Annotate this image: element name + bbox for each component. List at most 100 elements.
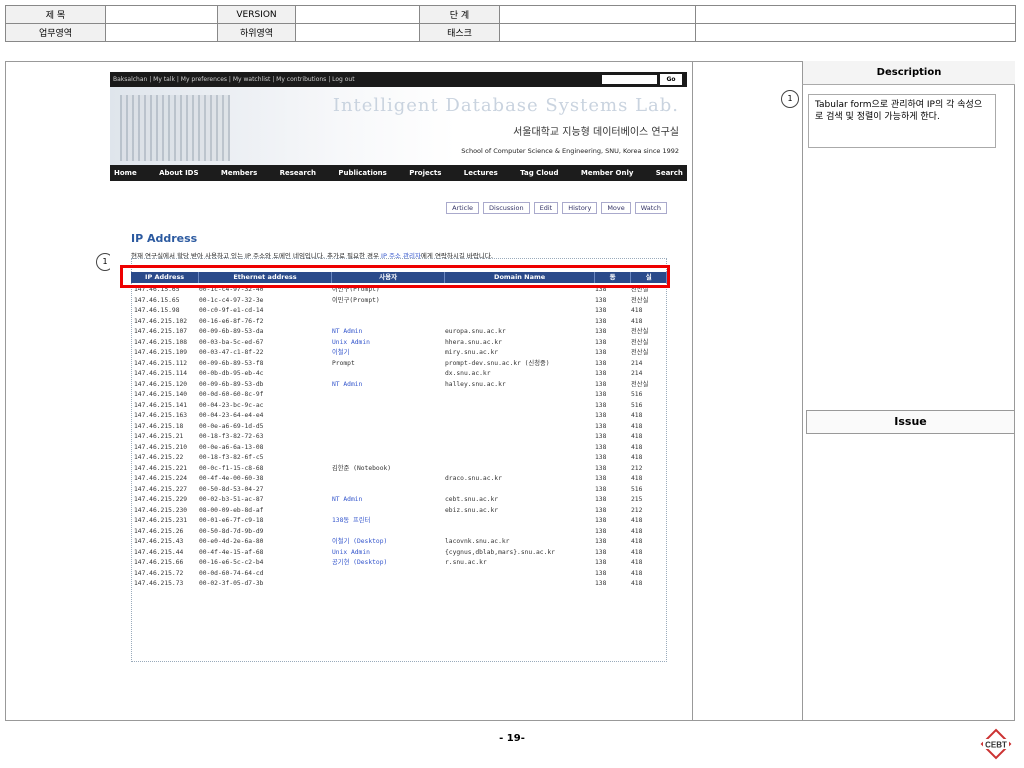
nav-about[interactable]: About IDS xyxy=(159,165,198,181)
user-cell[interactable]: NT Admin xyxy=(332,495,445,506)
table-row: 147.46.215.66 00-16-e6-5c-c2-b4 공기현 (Deskt… xyxy=(134,558,664,569)
nav-research[interactable]: Research xyxy=(280,165,316,181)
domain-cell xyxy=(445,569,595,580)
building-cell: 138 xyxy=(595,569,607,577)
user-cell xyxy=(332,306,445,317)
room-cell: 418 xyxy=(631,538,643,545)
ip-cell: 147.46.215.109 xyxy=(134,349,188,356)
tab-article[interactable]: Article xyxy=(446,202,480,214)
header-value-extra xyxy=(695,23,1016,42)
go-button[interactable]: Go xyxy=(660,74,682,85)
mac-cell: 00-04-23-bc-9c-ac xyxy=(199,401,264,409)
table-row: 147.46.215.230 08-00-09-eb-8d-af ebiz.snu.… xyxy=(134,506,664,517)
tab-watch[interactable]: Watch xyxy=(634,202,667,214)
user-cell xyxy=(332,569,445,580)
ip-cell: 147.46.215.227 xyxy=(134,485,188,493)
tab-discussion[interactable]: Discussion xyxy=(483,202,530,214)
tab-move[interactable]: Move xyxy=(601,202,631,214)
domain-cell xyxy=(445,464,595,475)
site-banner: Intelligent Database Systems Lab. 서울대학교 … xyxy=(110,87,687,165)
header-value-version xyxy=(295,5,420,24)
header-value-task xyxy=(499,23,696,42)
building-cell: 138 xyxy=(595,580,607,587)
user-links[interactable]: Baksalchan | My talk | My preferences | … xyxy=(113,76,355,83)
ip-cell: 147.46.215.66 xyxy=(134,559,184,566)
table-row: 147.46.215.231 00-01-e6-7f-c9-18 138동 프린터 1… xyxy=(134,516,664,527)
search-input[interactable] xyxy=(602,75,657,84)
ip-cell: 147.46.215.43 xyxy=(134,538,184,545)
table-row: 147.46.215.72 00-0d-60-74-64-cd 138 418 xyxy=(134,569,664,580)
table-row: 147.46.215.26 00-50-8d-7d-9b-d9 138 418 xyxy=(134,527,664,538)
issue-title: Issue xyxy=(806,410,1015,434)
nav-projects[interactable]: Projects xyxy=(409,165,441,181)
nav-lectures[interactable]: Lectures xyxy=(464,165,498,181)
nav-member-only[interactable]: Member Only xyxy=(581,165,634,181)
table-row: 147.46.215.221 00-0c-f1-15-c8-68 김한준 (Note… xyxy=(134,464,664,475)
building-cell: 138 xyxy=(595,443,607,451)
room-cell: 전산실 xyxy=(631,349,649,356)
table-row: 147.46.215.112 00-09-6b-89-53-f8 Prompt pro… xyxy=(134,359,664,370)
user-cell[interactable]: Unix Admin xyxy=(332,338,445,349)
domain-cell: hhera.snu.ac.kr xyxy=(445,338,502,346)
domain-cell: lacovnk.snu.ac.kr xyxy=(445,538,510,545)
tab-history[interactable]: History xyxy=(562,202,598,214)
user-cell: 김한준 (Notebook) xyxy=(332,464,392,472)
table-row: 147.46.15.98 00-c0-9f-e1-cd-14 138 418 xyxy=(134,306,664,317)
mac-cell: 00-16-e6-5c-c2-b4 xyxy=(199,559,264,566)
building-cell: 138 xyxy=(595,338,607,346)
mac-cell: 00-c0-9f-e1-cd-14 xyxy=(199,307,264,314)
building-cell: 138 xyxy=(595,527,607,535)
mac-cell: 00-0d-60-60-8c-9f xyxy=(199,391,264,398)
mac-cell: 00-16-e6-8f-76-f2 xyxy=(199,317,264,325)
nav-members[interactable]: Members xyxy=(221,165,257,181)
header-label-sub-area: 하위영역 xyxy=(217,23,296,42)
building-cell: 138 xyxy=(595,349,607,356)
mac-cell: 00-18-f3-82-6f-c5 xyxy=(199,454,264,461)
building-cell: 138 xyxy=(595,422,607,430)
domain-cell xyxy=(445,401,595,412)
ip-cell: 147.46.215.108 xyxy=(134,338,188,346)
nav-tag-cloud[interactable]: Tag Cloud xyxy=(520,165,558,181)
building-cell: 138 xyxy=(595,454,607,461)
highlight-box xyxy=(120,265,670,288)
user-cell[interactable]: 공기현 (Desktop) xyxy=(332,558,445,569)
user-cell[interactable]: Unix Admin xyxy=(332,548,445,559)
page-tabs: Article Discussion Edit History Move Wat… xyxy=(446,202,667,214)
domain-cell xyxy=(445,432,595,443)
user-cell[interactable]: NT Admin xyxy=(332,327,445,338)
mac-cell: 00-0c-f1-15-c8-68 xyxy=(199,464,264,472)
user-cell xyxy=(332,474,445,485)
user-cell[interactable]: 이철기 xyxy=(332,348,445,359)
building-cell: 138 xyxy=(595,380,607,388)
ip-cell: 147.46.215.120 xyxy=(134,380,188,388)
header-value-sub-area xyxy=(295,23,420,42)
tab-edit[interactable]: Edit xyxy=(533,202,559,214)
user-cell xyxy=(332,506,445,517)
user-cell[interactable]: NT Admin xyxy=(332,380,445,391)
building-cell: 138 xyxy=(595,517,607,524)
room-cell: 전산실 xyxy=(631,328,649,335)
building-cell: 138 xyxy=(595,559,607,566)
nav-search[interactable]: Search xyxy=(656,165,683,181)
room-cell: 418 xyxy=(631,475,643,482)
user-cell[interactable]: 138동 프린터 xyxy=(332,516,445,527)
room-cell: 214 xyxy=(631,359,643,367)
building-image xyxy=(120,95,230,161)
header-row: 업무영역 하위영역 태스크 xyxy=(5,23,1016,42)
user-cell xyxy=(332,432,445,443)
domain-cell: prompt-dev.snu.ac.kr (신청중) xyxy=(445,359,550,367)
nav-home[interactable]: Home xyxy=(114,165,137,181)
header-value-stage xyxy=(499,5,696,24)
user-cell[interactable]: 이철기 (Desktop) xyxy=(332,537,445,548)
room-cell: 212 xyxy=(631,506,643,514)
room-cell: 214 xyxy=(631,370,643,377)
user-cell xyxy=(332,401,445,412)
building-cell: 138 xyxy=(595,317,607,325)
building-cell: 138 xyxy=(595,485,607,493)
domain-cell: cebt.snu.ac.kr xyxy=(445,496,499,503)
header-value-business-area xyxy=(105,23,218,42)
domain-cell: dx.snu.ac.kr xyxy=(445,370,491,377)
nav-publications[interactable]: Publications xyxy=(338,165,387,181)
page-title: IP Address xyxy=(131,232,198,245)
room-cell: 418 xyxy=(631,443,643,451)
